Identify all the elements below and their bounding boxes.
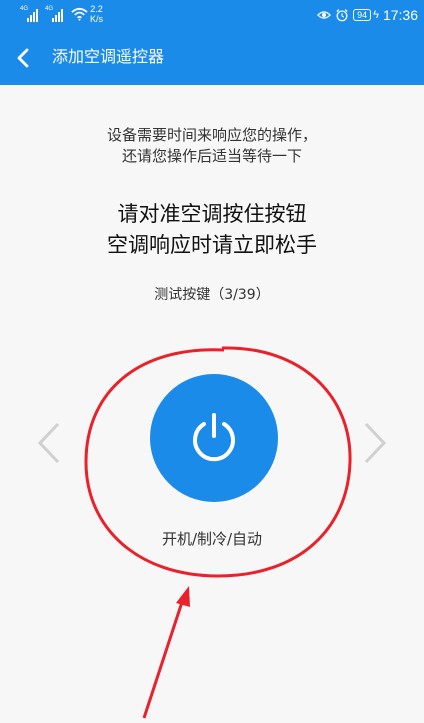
annotation-arrow-head xyxy=(176,586,190,607)
battery-level: 94 xyxy=(353,9,372,21)
annotation-overlay xyxy=(84,346,352,719)
app-bar: 添加空调遥控器 xyxy=(0,31,424,85)
instruction-line-2: 空调响应时请立即松手 xyxy=(107,233,317,257)
test-counter: 测试按键（3/39） xyxy=(154,287,270,303)
chevron-right-icon[interactable] xyxy=(360,420,390,466)
chevron-left-icon[interactable] xyxy=(34,420,64,466)
alarm-icon xyxy=(336,9,348,22)
hint-line-2: 还请您操作后适当等待一下 xyxy=(121,147,302,165)
wifi-icon xyxy=(71,7,88,21)
hint-line-1: 设备需要时间来响应您的操作， xyxy=(106,126,317,144)
status-time: 17:36 xyxy=(382,7,418,23)
charging-icon: ϟ xyxy=(373,9,379,21)
power-icon xyxy=(193,413,235,462)
network-speed: 2.2 K/s xyxy=(90,4,103,24)
status-right: 94 ϟ 17:36 xyxy=(317,6,418,24)
sim2-signal-icon: 4G xyxy=(45,6,67,22)
annotation-arrow-shaft xyxy=(142,595,186,719)
power-button-label: 开机/制冷/自动 xyxy=(161,530,263,548)
page-title: 添加空调遥控器 xyxy=(52,47,165,66)
instruction-line-1: 请对准空调按住按钮 xyxy=(117,202,307,226)
status-bar: 4G 4G 2.2 K/s 94 ϟ 17:36 xyxy=(0,0,424,31)
power-button[interactable] xyxy=(150,374,278,502)
network-speed-value: 2.2 xyxy=(90,4,103,14)
sim1-signal-icon: 4G xyxy=(20,6,42,22)
eye-icon xyxy=(317,11,332,19)
back-icon[interactable] xyxy=(12,46,36,70)
network-speed-unit: K/s xyxy=(90,14,104,24)
